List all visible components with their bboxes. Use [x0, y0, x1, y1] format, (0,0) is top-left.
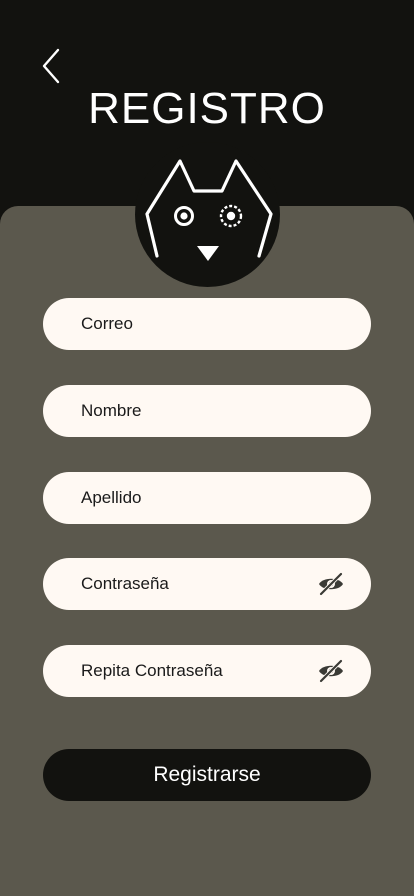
register-button[interactable]: Registrarse: [43, 749, 371, 801]
avatar: [135, 142, 280, 287]
last-name-field[interactable]: [43, 472, 371, 524]
first-name-input[interactable]: [79, 400, 345, 422]
page-title: REGISTRO: [88, 84, 326, 133]
toggle-password-visibility-button[interactable]: [317, 570, 345, 598]
last-name-input[interactable]: [79, 487, 345, 509]
password-input[interactable]: [79, 573, 317, 595]
eye-off-icon: [319, 659, 343, 683]
repeat-password-field[interactable]: [43, 645, 371, 697]
email-input[interactable]: [79, 313, 345, 335]
back-button[interactable]: [34, 46, 68, 86]
cat-face-icon: [145, 159, 273, 261]
password-field[interactable]: [43, 558, 371, 610]
chevron-left-icon: [42, 48, 60, 84]
toggle-repeat-password-visibility-button[interactable]: [317, 657, 345, 685]
first-name-field[interactable]: [43, 385, 371, 437]
repeat-password-input[interactable]: [79, 660, 317, 682]
email-field[interactable]: [43, 298, 371, 350]
eye-off-icon: [319, 572, 343, 596]
